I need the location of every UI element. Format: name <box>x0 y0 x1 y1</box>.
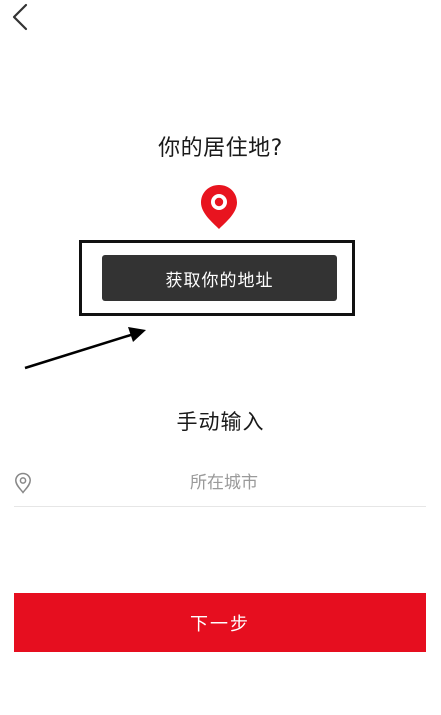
page-title: 你的居住地? <box>158 136 283 161</box>
city-row <box>14 460 426 507</box>
location-pin-icon <box>198 183 240 231</box>
get-address-button-label: 获取你的地址 <box>165 270 274 291</box>
get-address-button[interactable]: 获取你的地址 <box>102 255 337 301</box>
next-button[interactable]: 下一步 <box>14 593 426 652</box>
city-input[interactable] <box>44 466 404 500</box>
next-button-label: 下一步 <box>190 613 250 635</box>
manual-input-heading: 手动输入 <box>176 410 265 434</box>
location-outline-icon <box>14 472 32 494</box>
chevron-left-icon <box>8 2 34 32</box>
back-button[interactable] <box>8 2 34 32</box>
